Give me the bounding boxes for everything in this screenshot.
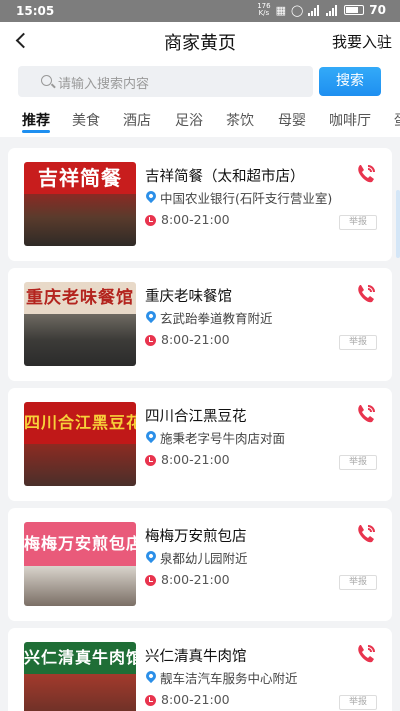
- search-button[interactable]: 搜索: [319, 67, 381, 96]
- merchant-hours: 8:00-21:00: [161, 212, 230, 227]
- clock-icon: [145, 455, 156, 466]
- tab-foot-bath[interactable]: 足浴: [175, 110, 203, 130]
- merchant-name: 四川合江黑豆花: [145, 409, 247, 425]
- merchant-name: 重庆老味餐馆: [145, 289, 232, 305]
- merchant-card[interactable]: 重庆老味餐馆 重庆老味餐馆 玄武跆拳道教育附近 8:00-21:00 举报: [8, 268, 392, 381]
- phone-icon[interactable]: [354, 282, 378, 306]
- report-button[interactable]: 举报: [339, 455, 377, 470]
- signal-icon-2: [326, 4, 339, 16]
- signal-icon: [308, 4, 321, 16]
- sign-text: 兴仁清真牛肉馆: [24, 642, 136, 674]
- phone-icon[interactable]: [354, 522, 378, 546]
- merchant-address: 泉都幼儿园附近: [160, 551, 248, 566]
- report-button[interactable]: 举报: [339, 575, 377, 590]
- merchant-photo: 兴仁清真牛肉馆: [24, 642, 136, 711]
- tab-cafe[interactable]: 咖啡厅: [329, 110, 371, 130]
- search-icon: [41, 75, 52, 86]
- merchant-photo: 吉祥简餐: [24, 162, 136, 246]
- merchant-name: 梅梅万安煎包店: [145, 529, 247, 545]
- sign-text: 吉祥简餐: [24, 162, 136, 194]
- merchant-address: 玄武跆拳道教育附近: [160, 311, 273, 326]
- merchant-name: 兴仁清真牛肉馆: [145, 649, 247, 665]
- merchant-photo: 梅梅万安煎包店: [24, 522, 136, 606]
- phone-icon[interactable]: [354, 402, 378, 426]
- tab-tea[interactable]: 茶饮: [226, 110, 254, 130]
- network-speed: 176 K/s: [257, 2, 271, 17]
- merchant-card[interactable]: 吉祥简餐 吉祥简餐（太和超市店） 中国农业银行(石阡支行营业室) 8:00-21…: [8, 148, 392, 261]
- merchant-hours: 8:00-21:00: [161, 452, 230, 467]
- phone-icon[interactable]: [354, 642, 378, 666]
- vibrate-icon: ▦: [275, 3, 286, 17]
- search-row: 请输入搜索内容 搜索: [0, 60, 400, 104]
- clock-icon: [145, 215, 156, 226]
- clock-icon: [145, 575, 156, 586]
- sign-text: 四川合江黑豆花: [24, 402, 136, 444]
- status-bar: 15:05 176 K/s ▦ ◯ 70: [0, 0, 400, 22]
- merchant-card[interactable]: 四川合江黑豆花 四川合江黑豆花 施秉老字号牛肉店对面 8:00-21:00 举报: [8, 388, 392, 501]
- location-icon: [143, 428, 159, 444]
- join-button[interactable]: 我要入驻: [332, 31, 392, 52]
- phone-icon[interactable]: [354, 162, 378, 186]
- side-scroll-indicator: [396, 190, 400, 258]
- merchant-address: 施秉老字号牛肉店对面: [160, 431, 286, 446]
- nav-bar: 商家黄页 我要入驻: [0, 22, 400, 60]
- merchant-address: 中国农业银行(石阡支行营业室): [160, 191, 333, 206]
- active-tab-indicator: [22, 130, 50, 133]
- merchant-address: 靓车洁汽车服务中心附近: [160, 671, 298, 686]
- merchant-card[interactable]: 兴仁清真牛肉馆 兴仁清真牛肉馆 靓车洁汽车服务中心附近 8:00-21:00 举…: [8, 628, 392, 711]
- status-icons: 176 K/s ▦ ◯ 70: [257, 2, 386, 18]
- merchant-photo: 重庆老味餐馆: [24, 282, 136, 366]
- sign-text: 重庆老味餐馆: [24, 282, 136, 314]
- tab-more[interactable]: 蛋: [394, 110, 400, 130]
- location-icon: [143, 188, 159, 204]
- search-placeholder: 请输入搜索内容: [58, 77, 150, 92]
- tab-hotel[interactable]: 酒店: [123, 110, 151, 130]
- merchant-photo: 四川合江黑豆花: [24, 402, 136, 486]
- tab-recommend[interactable]: 推荐: [22, 110, 50, 130]
- sign-text: 梅梅万安煎包店: [24, 522, 136, 566]
- tab-food[interactable]: 美食: [72, 110, 100, 130]
- tab-maternal[interactable]: 母婴: [278, 110, 306, 130]
- merchant-name: 吉祥简餐（太和超市店）: [145, 169, 305, 185]
- report-button[interactable]: 举报: [339, 695, 377, 710]
- merchant-hours: 8:00-21:00: [161, 692, 230, 707]
- merchant-card[interactable]: 梅梅万安煎包店 梅梅万安煎包店 泉都幼儿园附近 8:00-21:00 举报: [8, 508, 392, 621]
- location-icon: [143, 548, 159, 564]
- report-button[interactable]: 举报: [339, 335, 377, 350]
- search-input[interactable]: 请输入搜索内容: [18, 66, 313, 97]
- alarm-icon: ◯: [290, 3, 304, 17]
- battery-icon: [344, 5, 365, 15]
- clock-icon: [145, 335, 156, 346]
- location-icon: [143, 668, 159, 684]
- battery-level: 70: [369, 3, 386, 17]
- merchant-hours: 8:00-21:00: [161, 332, 230, 347]
- location-icon: [143, 308, 159, 324]
- category-tabs: 推荐 美食 酒店 足浴 茶饮 母婴 咖啡厅 蛋: [0, 104, 400, 137]
- report-button[interactable]: 举报: [339, 215, 377, 230]
- clock-icon: [145, 695, 156, 706]
- status-time: 15:05: [16, 4, 55, 18]
- merchant-hours: 8:00-21:00: [161, 572, 230, 587]
